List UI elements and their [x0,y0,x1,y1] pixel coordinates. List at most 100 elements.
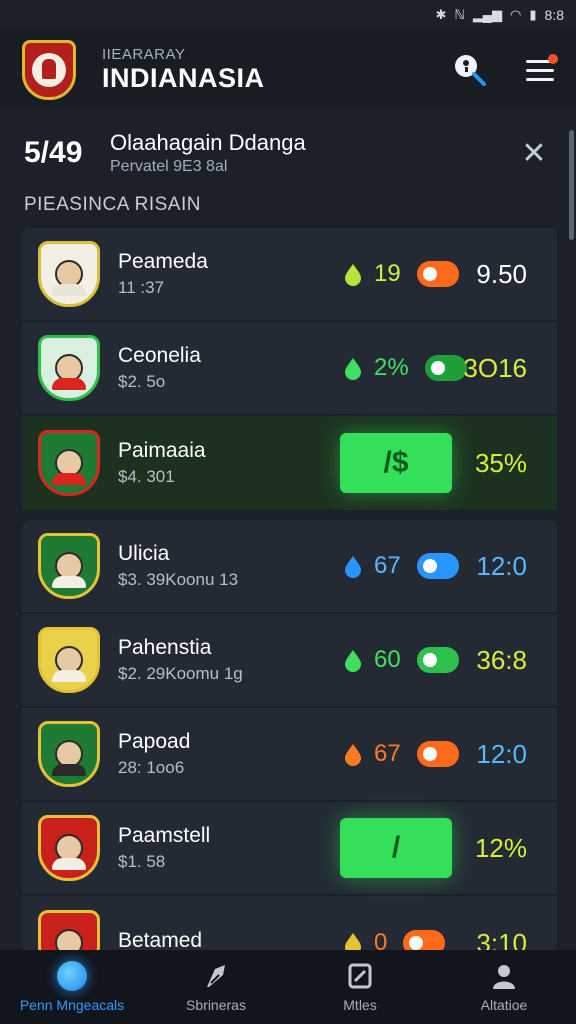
toggle-knob [430,361,445,375]
team-crest-icon [38,430,100,496]
team-row[interactable]: Ceonelia $2. 5o 2% 3O16 [22,322,557,416]
status-bar: ✱ ℕ ▂▄▆ ◠ ▮ 8:8 [0,0,576,30]
team-price: $2. 29Koomu 1g [118,664,243,683]
drop-icon [342,356,364,380]
team-price: 11 :37 [118,278,165,297]
team-price: $4. 301 [118,467,175,486]
metric-value: 0 [374,929,388,952]
metric: 2% [342,354,467,382]
metric: 0 [342,929,446,952]
team-name: Ulicia [118,542,170,565]
team-price: $2. 5o [118,372,166,391]
tab-label: Mtles [343,997,377,1013]
odds-value[interactable]: 3O16 [463,353,527,384]
team-price: 28: 1oo6 [118,758,185,777]
drop-icon [342,648,364,672]
app-bar: IIEARARAY INDIANASIA [0,30,576,110]
bet-button[interactable]: /$ [340,433,452,493]
team-name: Betamed [118,929,203,952]
odds-value[interactable]: 35% [475,448,527,479]
status-time: 8:8 [544,7,564,23]
player-shirt [52,764,86,776]
team-row[interactable]: Betamed 0 3:10 [22,896,557,952]
metric: 19 [342,260,459,288]
odds-value[interactable]: 12% [475,833,527,864]
toggle-switch[interactable] [416,553,459,579]
odds-group-2: Ulicia $3. 39Koonu 13 67 12:0 Pahenstia $2. 2… [22,520,557,952]
bluetooth-icon: ✱ [435,7,447,22]
odds-value[interactable]: 12:0 [476,739,527,770]
brand: IIEARARAY INDIANASIA [102,46,265,94]
player-shirt [52,284,86,296]
toggle-knob [409,936,424,950]
drop-icon [342,742,364,766]
battery-icon: ▮ [529,7,537,22]
tab-label: Sbrineras [186,997,246,1013]
home-orb-icon [57,961,87,991]
toggle-switch[interactable] [403,930,446,952]
rocket-icon [207,965,225,987]
team-row[interactable]: Paamstell $1. 58 / 12% [22,802,557,896]
player-face [55,929,83,952]
match-header: 5/49 Olaahagain Ddanga Pervatel 9E3 8al … [10,118,566,188]
toggle-switch[interactable] [416,261,459,287]
team-row[interactable]: Papoad 28: 1oo6 67 12:0 [22,708,557,802]
wifi-icon: ◠ [510,7,522,22]
player-shirt [52,670,86,682]
tab-home[interactable]: Penn Mngeacals [0,961,144,1013]
metric-value: 60 [374,646,401,673]
tab-mtles[interactable]: Mtles [288,961,432,1013]
odds-value[interactable]: 36:8 [476,645,527,676]
team-crest-icon [38,815,100,881]
metric-value: 2% [374,354,409,381]
odds-value[interactable]: 12:0 [476,551,527,582]
team-name: Papoad [118,730,191,753]
toggle-knob [422,653,437,667]
metric-value: 67 [374,740,401,767]
player-shirt [52,576,86,588]
team-row[interactable]: Pahenstia $2. 29Koomu 1g 60 36:8 [22,614,557,708]
close-icon[interactable]: ✕ [516,135,552,171]
team-row[interactable]: Paimaaia $4. 301 /$ 35% [22,416,557,510]
document-icon [348,963,372,989]
bet-button[interactable]: / [340,818,452,878]
metric: 60 [342,646,459,674]
tab-label: Altatioe [480,997,528,1013]
profile-icon [493,965,515,989]
team-crest-icon [38,910,100,952]
tab-label: Penn Mngeacals [19,997,125,1013]
metric-value: 19 [374,260,401,287]
menu-icon[interactable] [526,54,558,82]
toggle-switch[interactable] [424,355,467,381]
toggle-switch[interactable] [416,741,459,767]
signal-icon: ▂▄▆ [472,7,503,22]
tab-sbrineras[interactable]: Sbrineras [144,961,288,1013]
team-row[interactable]: Ulicia $3. 39Koonu 13 67 12:0 [22,520,557,614]
brand-title: INDIANASIA [102,63,265,93]
metric-value: 67 [374,552,401,579]
toggle-knob [422,559,437,573]
section-label: PIEASINCA RISAIN [24,194,201,215]
search-icon[interactable] [452,52,488,88]
odds-value[interactable]: 9.50 [476,259,527,290]
tab-altatioe[interactable]: Altatioe [432,961,576,1013]
team-crest-icon [38,721,100,787]
metric: 67 [342,552,459,580]
player-shirt [52,858,86,870]
team-logo-icon[interactable] [22,40,76,100]
scrollbar[interactable] [569,130,574,240]
team-name: Paimaaia [118,439,206,462]
team-crest-icon [38,533,100,599]
team-name: Peameda [118,250,208,273]
odds-value[interactable]: 3:10 [476,928,527,953]
bottom-tab-bar: Penn Mngeacals Sbrineras Mtles Altatioe [0,950,576,1024]
toggle-knob [422,747,437,761]
team-row[interactable]: Peameda 11 :37 19 9.50 [22,228,557,322]
team-name: Paamstell [118,824,211,847]
match-subtitle: Pervatel 9E3 8al [110,158,228,175]
notification-dot [548,54,558,64]
drop-icon [342,931,364,952]
team-crest-icon [38,335,100,401]
team-price: $3. 39Koonu 13 [118,570,239,589]
toggle-switch[interactable] [416,647,459,673]
